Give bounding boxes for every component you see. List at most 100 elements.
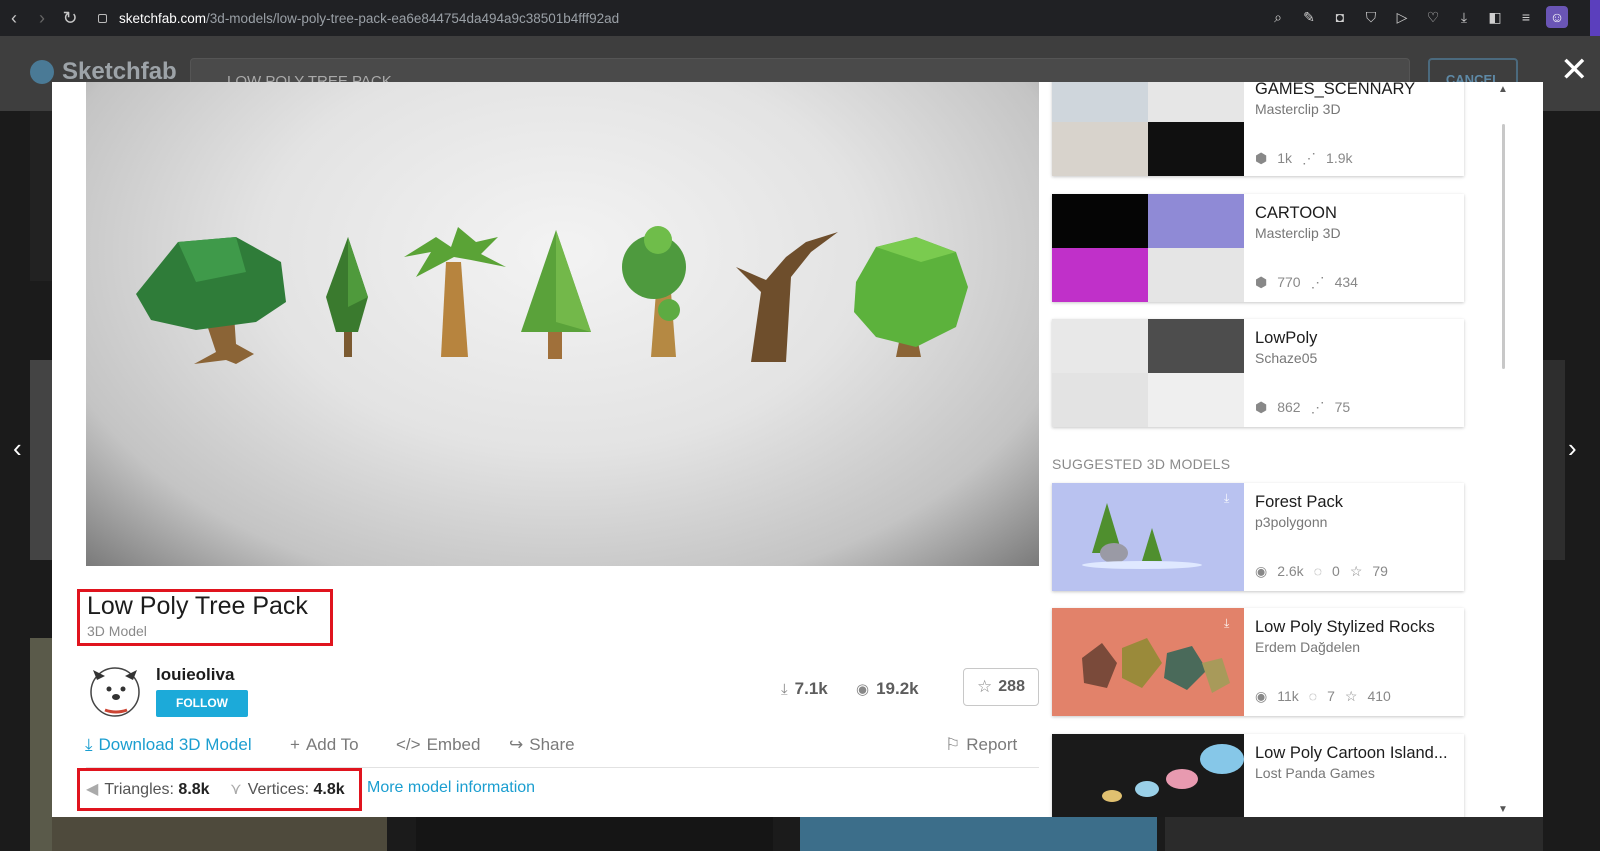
profile-icon[interactable]: ☺ bbox=[1546, 6, 1568, 28]
heart-icon[interactable]: ♡ bbox=[1422, 6, 1444, 28]
download-count: ⤓ 7.1k bbox=[781, 679, 828, 699]
back-icon[interactable]: ‹ bbox=[0, 8, 28, 29]
embed-button[interactable]: </> Embed bbox=[396, 735, 480, 755]
suggested-heading: SUGGESTED 3D MODELS bbox=[1052, 456, 1231, 472]
like-count: 288 bbox=[998, 678, 1025, 695]
triangle-icon: ◀ bbox=[86, 781, 99, 798]
reload-icon[interactable]: ↻ bbox=[56, 8, 84, 29]
models-icon: ⬢ bbox=[1255, 399, 1268, 415]
thumbnail-image bbox=[1148, 122, 1244, 176]
share-icon: ↪ bbox=[509, 735, 524, 754]
browser-toolbar: ‹ › ↻ sketchfab.com/3d-models/low-poly-t… bbox=[0, 0, 1600, 36]
collection-views: 75 bbox=[1334, 399, 1351, 415]
tree-broad-image bbox=[136, 237, 286, 364]
suggested-comments: 7 bbox=[1327, 688, 1335, 704]
collection-title: CARTOON bbox=[1255, 204, 1337, 222]
suggested-model-card[interactable]: Low Poly Cartoon Island... Lost Panda Ga… bbox=[1052, 734, 1464, 817]
report-label: Report bbox=[966, 735, 1018, 754]
forward-icon[interactable]: › bbox=[28, 8, 56, 29]
sidebar-toggle-icon[interactable]: ◧ bbox=[1484, 6, 1506, 28]
lock-icon bbox=[98, 13, 107, 23]
send-icon[interactable]: ▷ bbox=[1391, 6, 1413, 28]
more-model-info-link[interactable]: More model information bbox=[367, 779, 535, 797]
zoom-icon[interactable]: ⌕ bbox=[1267, 6, 1289, 28]
edit-icon[interactable]: ✎ bbox=[1298, 6, 1320, 28]
background-tile bbox=[416, 817, 773, 851]
follow-button[interactable]: FOLLOW bbox=[156, 690, 248, 717]
collection-models: 770 bbox=[1277, 274, 1301, 290]
collection-author: Masterclip 3D bbox=[1255, 101, 1341, 117]
thumbnail-image bbox=[1148, 319, 1244, 373]
view-count: ◉ 19.2k bbox=[856, 679, 919, 699]
tree-dead-image bbox=[736, 232, 838, 362]
menu-icon[interactable]: ≡ bbox=[1515, 6, 1537, 28]
collection-stats: ⬢ 770 ⋰ 434 bbox=[1255, 274, 1358, 291]
background-tile bbox=[1543, 360, 1565, 560]
suggested-likes: 79 bbox=[1372, 563, 1388, 579]
thumbnail-image bbox=[1052, 194, 1148, 248]
collection-card[interactable]: CARTOON Masterclip 3D ⬢ 770 ⋰ 434 bbox=[1052, 194, 1464, 302]
scrollbar[interactable] bbox=[1502, 124, 1505, 369]
thumbnail-image bbox=[1148, 82, 1244, 122]
download-icon: ⤓ bbox=[85, 735, 93, 754]
suggested-title: Low Poly Cartoon Island... bbox=[1255, 744, 1448, 762]
vertices-label: Vertices: bbox=[247, 781, 310, 798]
collection-models: 1k bbox=[1277, 150, 1293, 166]
suggested-stats: ◉ 2.6k ◌ 0 ☆ 79 bbox=[1255, 563, 1388, 580]
download-icon: ⤓ bbox=[781, 680, 788, 698]
download-icon[interactable]: ⤓ bbox=[1453, 6, 1475, 28]
url-domain: sketchfab.com bbox=[119, 10, 207, 26]
tree-layered-image bbox=[854, 237, 968, 357]
model-viewer[interactable] bbox=[86, 82, 1039, 566]
scroll-up-icon[interactable]: ▲ bbox=[1498, 84, 1508, 95]
eye-icon: ◉ bbox=[1255, 563, 1268, 579]
model-modal: Low Poly Tree Pack 3D Model louieoliva F… bbox=[52, 82, 1543, 817]
comment-icon: ◌ bbox=[1308, 688, 1318, 704]
feed-icon: ⋰ bbox=[1310, 399, 1325, 415]
next-model-icon[interactable]: › bbox=[1568, 433, 1577, 464]
author-name[interactable]: louieoliva bbox=[156, 665, 234, 685]
download-count-value: 7.1k bbox=[794, 679, 828, 698]
island-thumbnail bbox=[1052, 734, 1244, 817]
suggested-author: Erdem Dağdelen bbox=[1255, 639, 1361, 655]
forest-pack-thumbnail bbox=[1052, 483, 1244, 591]
star-icon: ☆ bbox=[1349, 563, 1363, 579]
scroll-down-icon[interactable]: ▼ bbox=[1498, 804, 1508, 815]
suggested-title: Forest Pack bbox=[1255, 493, 1344, 511]
collection-card[interactable]: GAMES_SCENNARY Masterclip 3D ⬢ 1k ⋰ 1.9k bbox=[1052, 82, 1464, 176]
thumbnail-image bbox=[1052, 248, 1148, 302]
collection-author: Schaze05 bbox=[1255, 350, 1318, 366]
report-button[interactable]: ⚐ Report bbox=[945, 735, 1017, 755]
star-icon: ☆ bbox=[977, 677, 993, 696]
collection-card[interactable]: LowPoly Schaze05 ⬢ 862 ⋰ 75 bbox=[1052, 319, 1464, 427]
triangles-label: Triangles: bbox=[104, 781, 174, 798]
suggested-views: 11k bbox=[1277, 688, 1299, 704]
previous-model-icon[interactable]: ‹ bbox=[13, 433, 22, 464]
suggested-stats: ◉ 11k ◌ 7 ☆ 410 bbox=[1255, 688, 1391, 705]
add-to-button[interactable]: + Add To bbox=[290, 735, 359, 755]
model-title: Low Poly Tree Pack bbox=[87, 592, 308, 620]
url-path: /3d-models/low-poly-tree-pack-ea6e844754… bbox=[206, 10, 620, 26]
collection-stats: ⬢ 1k ⋰ 1.9k bbox=[1255, 150, 1353, 167]
share-button[interactable]: ↪ Share bbox=[509, 735, 575, 755]
address-bar[interactable]: sketchfab.com/3d-models/low-poly-tree-pa… bbox=[98, 11, 619, 26]
author-avatar[interactable] bbox=[87, 662, 143, 718]
tree-palm-image bbox=[404, 227, 506, 357]
tree-cypress-image bbox=[326, 237, 368, 357]
shield-icon[interactable]: ⛉ bbox=[1360, 6, 1382, 28]
like-button[interactable]: ☆ 288 bbox=[963, 668, 1039, 706]
suggested-model-card[interactable]: ⤓ Forest Pack p3polygonn ◉ 2.6k ◌ 0 ☆ 79 bbox=[1052, 483, 1464, 591]
suggested-model-card[interactable]: ⤓ Low Poly Stylized Rocks Erdem Dağdelen… bbox=[1052, 608, 1464, 716]
download-model-button[interactable]: ⤓ Download 3D Model bbox=[85, 735, 252, 755]
collection-thumbnails bbox=[1052, 194, 1244, 302]
thumbnail-image bbox=[1148, 194, 1244, 248]
collection-models: 862 bbox=[1277, 399, 1301, 415]
background-tile bbox=[30, 111, 52, 281]
close-modal-icon[interactable]: ✕ bbox=[1560, 53, 1589, 87]
feed-icon: ⋰ bbox=[1310, 274, 1325, 290]
collection-views: 434 bbox=[1334, 274, 1358, 290]
suggested-author: p3polygonn bbox=[1255, 514, 1328, 530]
camera-icon[interactable]: ◘ bbox=[1329, 6, 1351, 28]
thumbnail-image bbox=[1052, 122, 1148, 176]
eye-icon: ◉ bbox=[856, 681, 870, 698]
